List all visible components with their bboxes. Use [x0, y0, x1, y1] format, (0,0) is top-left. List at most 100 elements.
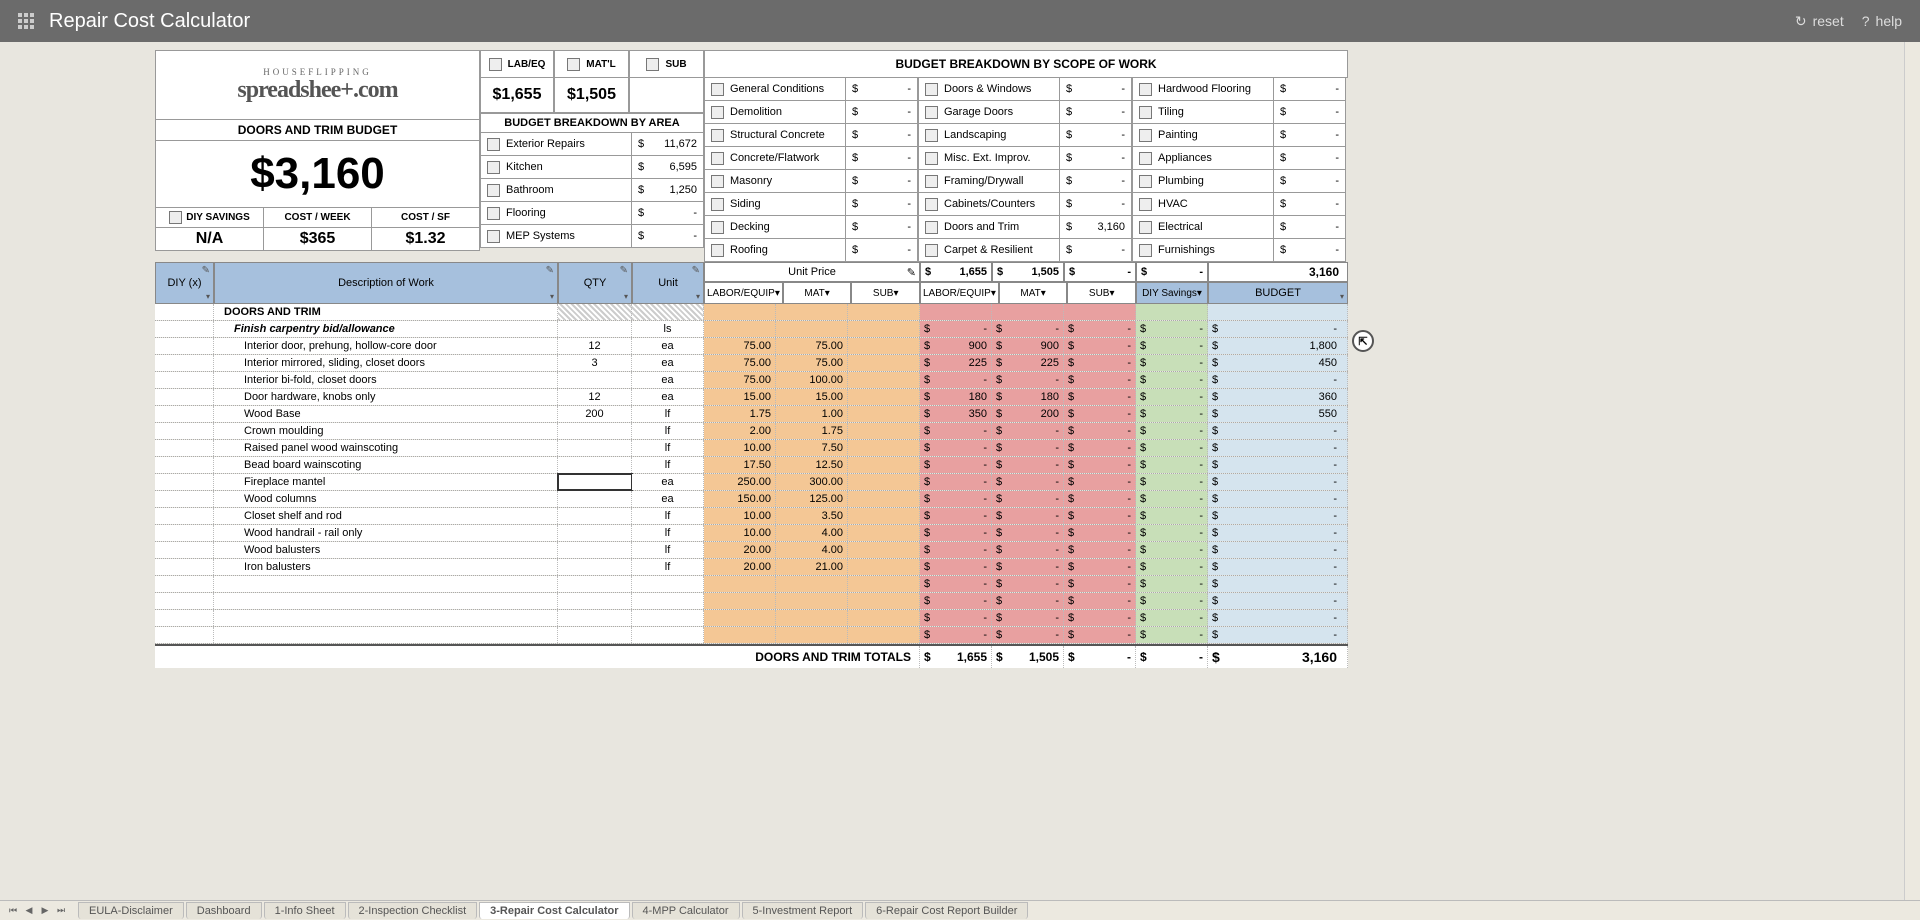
sub-checkbox[interactable] [646, 58, 659, 71]
cell-up-mat[interactable]: 1.00 [776, 406, 848, 422]
scope-item[interactable]: Misc. Ext. Improv. [918, 147, 1060, 170]
cell-diy[interactable] [155, 423, 214, 439]
sheet-tab[interactable]: 3-Repair Cost Calculator [479, 902, 629, 919]
cell-unit[interactable] [632, 627, 704, 643]
scroll-top-button[interactable]: ⇱ [1352, 330, 1374, 352]
cell-up-labor[interactable]: 10.00 [704, 508, 776, 524]
cell-diy[interactable] [155, 406, 214, 422]
tab-nav-next[interactable]: ▶ [38, 904, 52, 918]
cell-desc[interactable] [214, 610, 558, 626]
cell-qty[interactable] [558, 491, 632, 507]
cell-diy[interactable] [155, 355, 214, 371]
cell-up-mat[interactable] [776, 593, 848, 609]
scope-item[interactable]: Structural Concrete [704, 124, 846, 147]
cell-up-mat[interactable]: 4.00 [776, 525, 848, 541]
cell-qty[interactable] [558, 559, 632, 575]
cell-unit[interactable]: ea [632, 338, 704, 354]
cell-qty[interactable]: 12 [558, 338, 632, 354]
cell-up-mat[interactable] [776, 627, 848, 643]
cell-diy[interactable] [155, 457, 214, 473]
cell-unit[interactable]: lf [632, 406, 704, 422]
scope-item[interactable]: Electrical [1132, 216, 1274, 239]
scope-item[interactable]: Furnishings [1132, 239, 1274, 262]
cell-qty[interactable]: 12 [558, 389, 632, 405]
cell-up-labor[interactable]: 75.00 [704, 372, 776, 388]
col-up-mat[interactable]: MAT▾ [783, 282, 852, 304]
cell-diy[interactable] [155, 491, 214, 507]
cell-up-sub[interactable] [848, 474, 920, 490]
cell-up-labor[interactable]: 75.00 [704, 355, 776, 371]
cell-up-sub[interactable] [848, 457, 920, 473]
col-up-labor[interactable]: LABOR/EQUIP▾ [704, 282, 783, 304]
tab-nav-prev[interactable]: ◀ [22, 904, 36, 918]
cell-diy[interactable] [155, 610, 214, 626]
scope-item[interactable]: Doors and Trim [918, 216, 1060, 239]
cell-qty[interactable] [558, 542, 632, 558]
cell-diy[interactable] [155, 542, 214, 558]
cell-unit[interactable]: lf [632, 508, 704, 524]
scope-item[interactable]: HVAC [1132, 193, 1274, 216]
cell-up-mat[interactable]: 7.50 [776, 440, 848, 456]
cell-desc[interactable]: Crown moulding [214, 423, 558, 439]
cell-diy[interactable] [155, 474, 214, 490]
area-item[interactable]: Kitchen [480, 156, 632, 179]
cell-unit[interactable] [632, 593, 704, 609]
scope-item[interactable]: Painting [1132, 124, 1274, 147]
cell-diy[interactable] [155, 372, 214, 388]
scope-item[interactable]: Siding [704, 193, 846, 216]
cell-up-labor[interactable] [704, 610, 776, 626]
cell-up-mat[interactable]: 125.00 [776, 491, 848, 507]
reset-button[interactable]: ↻ reset [1795, 13, 1844, 30]
diy-checkbox[interactable] [169, 211, 182, 224]
cell-up-sub[interactable] [848, 559, 920, 575]
cell-qty[interactable] [558, 457, 632, 473]
col-t-sub[interactable]: SUB▾ [1067, 282, 1136, 304]
cell-desc[interactable]: Closet shelf and rod [214, 508, 558, 524]
cell-unit[interactable]: lf [632, 423, 704, 439]
scope-item[interactable]: Hardwood Flooring [1132, 78, 1274, 101]
scope-item[interactable]: Cabinets/Counters [918, 193, 1060, 216]
cell-unit[interactable]: ea [632, 474, 704, 490]
cell-up-sub[interactable] [848, 338, 920, 354]
cell-up-labor[interactable] [704, 576, 776, 592]
cell-desc[interactable]: Raised panel wood wainscoting [214, 440, 558, 456]
cell-unit[interactable]: lf [632, 559, 704, 575]
cell-up-mat[interactable]: 12.50 [776, 457, 848, 473]
cell-up-sub[interactable] [848, 542, 920, 558]
cell-desc[interactable]: Fireplace mantel [214, 474, 558, 490]
help-button[interactable]: ? help [1862, 13, 1902, 29]
cell-unit[interactable]: ea [632, 389, 704, 405]
cell-desc[interactable]: Interior door, prehung, hollow-core door [214, 338, 558, 354]
cell-up-mat[interactable]: 75.00 [776, 338, 848, 354]
cell-desc[interactable]: Wood handrail - rail only [214, 525, 558, 541]
cell-up-mat[interactable]: 100.00 [776, 372, 848, 388]
matl-checkbox[interactable] [567, 58, 580, 71]
cell-desc[interactable]: Iron balusters [214, 559, 558, 575]
cell-unit[interactable]: ea [632, 491, 704, 507]
tab-nav-first[interactable]: ⏮ [6, 904, 20, 918]
scope-item[interactable]: Garage Doors [918, 101, 1060, 124]
labeq-checkbox[interactable] [489, 58, 502, 71]
col-diysav[interactable]: DIY Savings▾ [1136, 282, 1208, 304]
cell-up-labor[interactable]: 250.00 [704, 474, 776, 490]
cell-qty[interactable]: 200 [558, 406, 632, 422]
col-t-mat[interactable]: MAT▾ [999, 282, 1068, 304]
cell-unit[interactable] [632, 610, 704, 626]
cell-unit[interactable]: lf [632, 440, 704, 456]
col-qty[interactable]: ✎QTY▾ [558, 262, 632, 304]
cell-up-mat[interactable]: 1.75 [776, 423, 848, 439]
cell-up-sub[interactable] [848, 491, 920, 507]
cell-up-sub[interactable] [848, 627, 920, 643]
sheet-tab[interactable]: 5-Investment Report [742, 902, 864, 919]
cell-desc[interactable]: Bead board wainscoting [214, 457, 558, 473]
scope-item[interactable]: Landscaping [918, 124, 1060, 147]
cell-up-labor[interactable] [704, 593, 776, 609]
cell-up-sub[interactable] [848, 525, 920, 541]
cell-up-sub[interactable] [848, 406, 920, 422]
cell-diy[interactable] [155, 525, 214, 541]
cell-up-labor[interactable]: 1.75 [704, 406, 776, 422]
cell-diy[interactable] [155, 576, 214, 592]
cell-diy[interactable] [155, 440, 214, 456]
col-diy[interactable]: ✎DIY (x)▾ [155, 262, 214, 304]
cell-up-sub[interactable] [848, 423, 920, 439]
